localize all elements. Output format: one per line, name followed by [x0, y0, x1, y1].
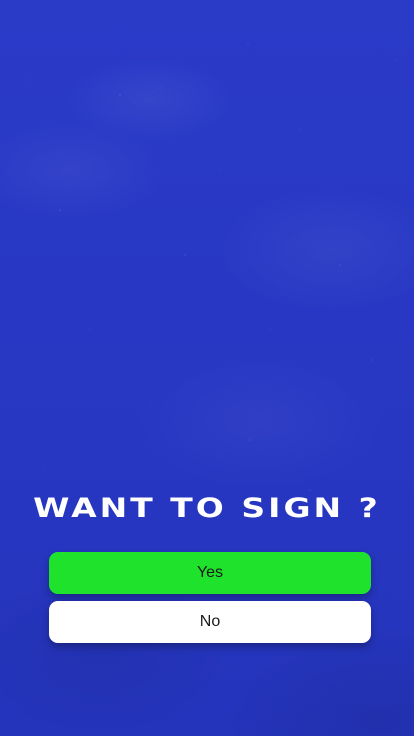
- page-title: WANT TO SIGN ?: [33, 493, 381, 524]
- yes-button[interactable]: Yes: [49, 552, 371, 594]
- no-button[interactable]: No: [49, 601, 371, 643]
